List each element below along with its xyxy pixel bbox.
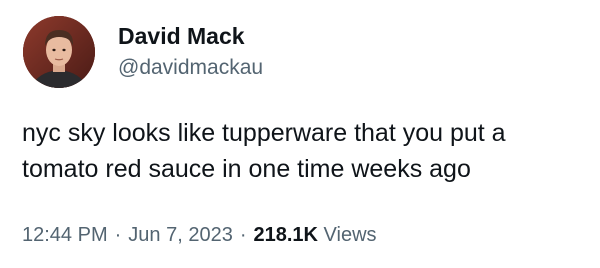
timestamp-link[interactable]: 12:44 PM · Jun 7, 2023 [22,224,233,246]
views-link[interactable]: 218.1K Views [253,224,376,246]
author-display-name[interactable]: David Mack [118,22,263,50]
tweet-text: nyc sky looks like tupperware that you p… [22,115,592,187]
meta-separator: · [239,224,247,246]
tweet-date: Jun 7, 2023 [128,224,233,246]
tweet-text-line: tomato red sauce in one time weeks ago [22,155,471,183]
tweet-time: 12:44 PM [22,224,108,246]
author-handle[interactable]: @davidmackau [118,55,263,81]
meta-separator: · [114,224,122,246]
views-count: 218.1K [253,224,318,246]
avatar[interactable] [23,16,95,88]
views-label: Views [323,224,377,246]
tweet-card: David Mack @davidmackau nyc sky looks li… [0,0,600,268]
tweet-meta: 12:44 PM · Jun 7, 2023 · 218.1K Views [22,222,377,248]
tweet-text-line: nyc sky looks like tupperware that you p… [22,119,506,147]
author-info: David Mack @davidmackau [118,22,263,81]
avatar-photo-icon [23,16,95,88]
